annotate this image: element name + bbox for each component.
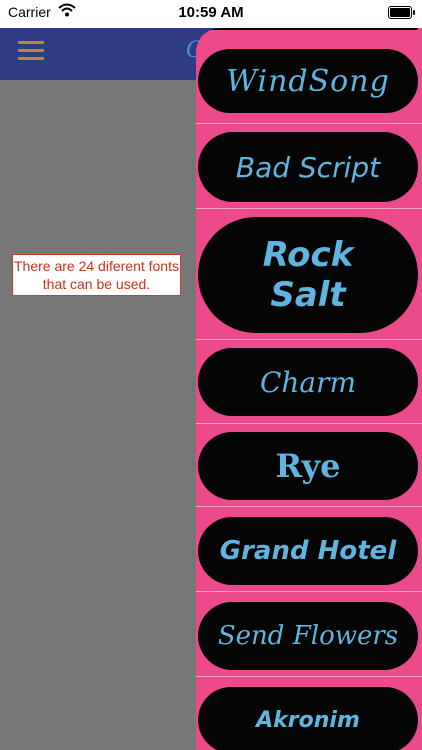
font-list-item[interactable]: Grand Hotel bbox=[196, 507, 422, 592]
font-list-item[interactable]: WindSong bbox=[196, 44, 422, 124]
font-option-bad-script[interactable]: Bad Script bbox=[198, 132, 418, 202]
font-label: Charm bbox=[259, 365, 357, 399]
font-list-item[interactable]: Charm bbox=[196, 340, 422, 424]
font-option-send-flowers[interactable]: Send Flowers bbox=[198, 602, 418, 670]
font-label: Akronim bbox=[256, 707, 360, 733]
font-list-item[interactable]: Send Flowers bbox=[196, 592, 422, 677]
font-label: Bad Script bbox=[235, 150, 381, 184]
font-list-item[interactable]: Rock Salt bbox=[196, 209, 422, 340]
hamburger-menu-icon[interactable] bbox=[18, 41, 44, 61]
font-option-charm[interactable]: Charm bbox=[198, 348, 418, 416]
font-option-rock-salt[interactable]: Rock Salt bbox=[198, 217, 418, 333]
info-tooltip: There are 24 diferent fonts that can be … bbox=[12, 254, 181, 296]
font-label: Grand Hotel bbox=[219, 536, 397, 566]
font-drawer[interactable]: WindSong Bad Script Rock Salt Charm Rye bbox=[196, 28, 422, 750]
battery-icon bbox=[388, 6, 415, 19]
font-list-item[interactable] bbox=[196, 28, 422, 44]
font-option-partial[interactable] bbox=[198, 28, 418, 30]
font-option-rye[interactable]: Rye bbox=[198, 432, 418, 500]
font-list-item[interactable]: Rye bbox=[196, 424, 422, 507]
font-label: Send Flowers bbox=[217, 621, 399, 651]
font-option-grand-hotel[interactable]: Grand Hotel bbox=[198, 517, 418, 585]
font-list-item[interactable]: Akronim bbox=[196, 677, 422, 750]
font-option-windsong[interactable]: WindSong bbox=[198, 49, 418, 113]
font-list-item[interactable]: Bad Script bbox=[196, 124, 422, 209]
font-label-line2: Salt bbox=[270, 275, 346, 315]
font-option-akronim[interactable]: Akronim bbox=[198, 687, 418, 750]
font-label-line1: Rock bbox=[262, 235, 354, 275]
status-bar: Carrier 10:59 AM bbox=[0, 0, 422, 28]
font-label: WindSong bbox=[226, 63, 390, 99]
status-time: 10:59 AM bbox=[178, 4, 244, 21]
font-label: Rye bbox=[275, 447, 341, 485]
